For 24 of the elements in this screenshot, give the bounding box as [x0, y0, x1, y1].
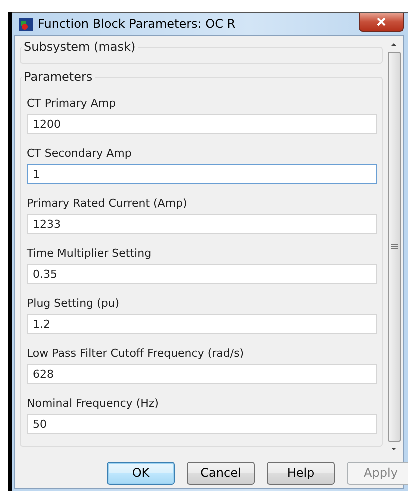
group-title: Subsystem (mask): [23, 40, 137, 54]
field-label: Low Pass Filter Cutoff Frequency (rad/s): [27, 346, 244, 362]
group-title: Parameters: [23, 70, 94, 84]
input-field[interactable]: 1200: [27, 114, 377, 134]
field-label: Time Multiplier Setting: [27, 246, 152, 262]
field-label: Primary Rated Current (Amp): [27, 196, 188, 212]
close-button[interactable]: [359, 13, 404, 32]
input-field[interactable]: 1.2: [27, 314, 377, 334]
grip-icon: [390, 244, 398, 250]
dialog-button[interactable]: Cancel: [187, 462, 255, 484]
input-field[interactable]: 1: [27, 164, 377, 184]
input-field[interactable]: 50: [27, 414, 377, 434]
input-field[interactable]: 1233: [27, 214, 377, 234]
dialog-button[interactable]: OK: [107, 462, 175, 484]
field-label: CT Secondary Amp: [27, 146, 132, 162]
field-label: Plug Setting (pu): [27, 296, 120, 312]
close-icon: [377, 18, 386, 26]
input-field[interactable]: 628: [27, 364, 377, 384]
field-label: CT Primary Amp: [27, 96, 116, 112]
field-label: Nominal Frequency (Hz): [27, 396, 159, 412]
app-icon: [19, 18, 33, 30]
dialog-button[interactable]: Help: [267, 462, 335, 484]
window-title: Function Block Parameters: OC R: [38, 17, 236, 31]
input-field[interactable]: 0.35: [27, 264, 377, 284]
